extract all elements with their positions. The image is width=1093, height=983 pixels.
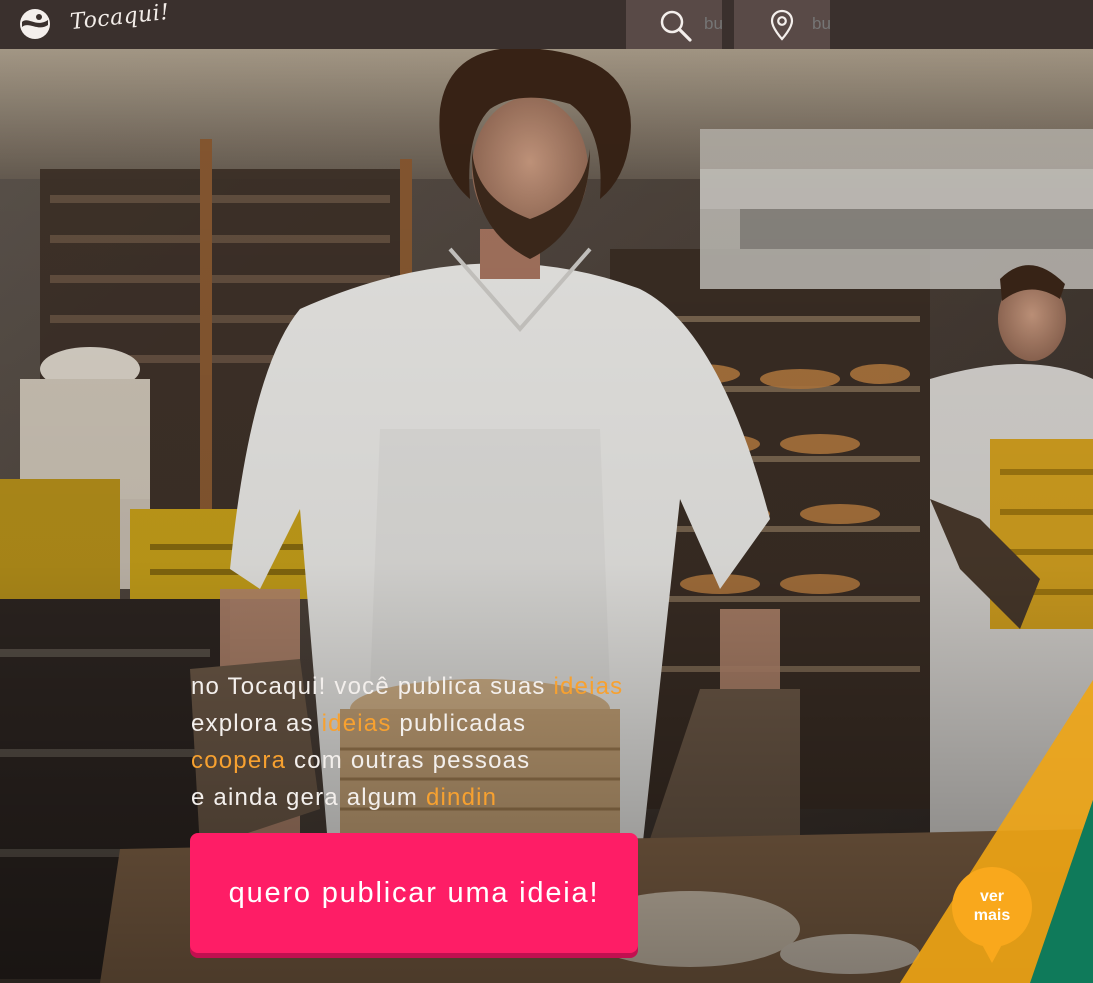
- search-input[interactable]: [704, 12, 722, 36]
- highlight-ideias: ideias: [321, 710, 392, 737]
- tagline-line-4: e ainda gera algum dindin: [191, 784, 498, 811]
- top-navigation-bar: Tocaqui!: [0, 0, 1093, 49]
- highlight-dindin: dindin: [425, 784, 498, 811]
- search-box[interactable]: [626, 0, 722, 49]
- location-input[interactable]: [812, 12, 830, 36]
- search-icon: [660, 10, 692, 42]
- tagline-line-2: explora as ideias publicadas: [191, 710, 527, 737]
- ver-mais-label: ver mais: [973, 888, 1011, 924]
- tagline-line-3: coopera com outras pessoas: [191, 747, 531, 774]
- brand-logotype[interactable]: Tocaqui!: [69, 0, 171, 35]
- tagline-line-1: no Tocaqui! você publica suas ideias: [191, 673, 624, 700]
- location-pin-icon: [770, 9, 794, 41]
- hero-tagline: no Tocaqui! você publica suas ideias exp…: [191, 668, 623, 816]
- tocaqui-logo-icon[interactable]: [18, 8, 52, 40]
- highlight-coopera: coopera: [191, 747, 287, 774]
- ver-mais-button[interactable]: ver mais: [952, 867, 1032, 963]
- highlight-ideias: ideias: [553, 673, 624, 700]
- publish-idea-button[interactable]: quero publicar uma ideia!: [190, 833, 638, 953]
- location-box[interactable]: [734, 0, 830, 49]
